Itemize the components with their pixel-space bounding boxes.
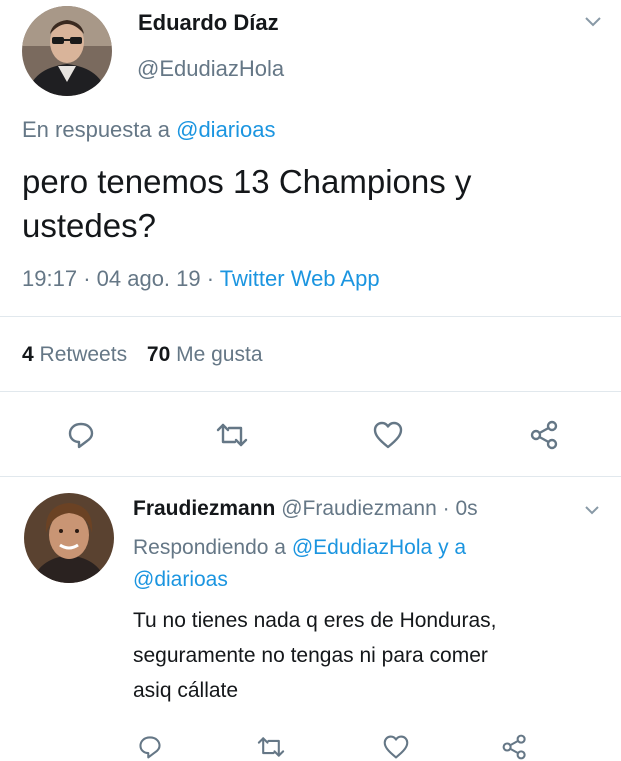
reply-prefix: Respondiendo a bbox=[133, 536, 286, 559]
reply-text-line: seguramente no tengas ni para comer bbox=[133, 644, 488, 667]
reply-context: En respuesta a @diarioas bbox=[22, 117, 276, 143]
tweet-time[interactable]: 19:17 bbox=[22, 266, 77, 291]
reply-and: y a bbox=[438, 536, 467, 559]
reply-display-name[interactable]: Fraudiezmann bbox=[133, 497, 275, 520]
reply-text-line: asiq cállate bbox=[133, 679, 239, 702]
reply-to-link[interactable]: @diarioas bbox=[133, 568, 228, 591]
tweet-meta: 19:17 · 04 ago. 19 · Twitter Web App bbox=[22, 266, 380, 292]
speech-bubble-icon[interactable] bbox=[137, 734, 163, 760]
retweet-arrows-icon[interactable] bbox=[256, 734, 286, 760]
retweets-stat[interactable]: 4 Retweets bbox=[22, 343, 133, 366]
reply-text: Tu no tienes nada q eres de Honduras, se… bbox=[133, 603, 496, 708]
separator: · bbox=[206, 266, 215, 291]
tweet-stats: 4 Retweets 70 Me gusta bbox=[22, 343, 263, 367]
separator: · bbox=[83, 266, 91, 291]
reply-context: Respondiendo a @EdudiazHola y a @diarioa… bbox=[133, 532, 466, 596]
retweets-label: Retweets bbox=[39, 343, 128, 366]
divider bbox=[0, 391, 621, 392]
tweet-text-line: ustedes? bbox=[22, 207, 156, 244]
main-display-name[interactable]: Eduardo Díaz bbox=[138, 10, 279, 36]
separator: · bbox=[442, 497, 450, 520]
likes-stat[interactable]: 70 Me gusta bbox=[147, 343, 263, 366]
reply-time[interactable]: 0s bbox=[455, 497, 477, 520]
heart-icon[interactable] bbox=[382, 734, 410, 760]
speech-bubble-icon[interactable] bbox=[66, 420, 96, 450]
tweet-text-line: pero tenemos 13 Champions y bbox=[22, 163, 472, 200]
chevron-down-icon[interactable] bbox=[584, 505, 600, 516]
reply-to-link[interactable]: @diarioas bbox=[176, 117, 275, 142]
main-handle[interactable]: @EdudiazHola bbox=[137, 56, 284, 82]
tweet-client-link[interactable]: Twitter Web App bbox=[220, 266, 380, 291]
reply-prefix: En respuesta a bbox=[22, 117, 170, 142]
reply-to-link[interactable]: @EdudiazHola bbox=[292, 536, 432, 559]
divider bbox=[0, 476, 621, 477]
likes-count: 70 bbox=[146, 343, 171, 366]
avatar-fraudiezmann[interactable] bbox=[24, 493, 114, 583]
tweet-date[interactable]: 04 ago. 19 bbox=[97, 266, 201, 291]
chevron-down-icon[interactable] bbox=[584, 16, 602, 28]
likes-label: Me gusta bbox=[176, 343, 263, 366]
reply-text-line: Tu no tienes nada q eres de Honduras, bbox=[133, 609, 497, 632]
retweets-count: 4 bbox=[22, 343, 34, 366]
retweet-arrows-icon[interactable] bbox=[215, 420, 249, 450]
tweet-text: pero tenemos 13 Champions y ustedes? bbox=[22, 160, 471, 248]
reply-header: Fraudiezmann @Fraudiezmann · 0s bbox=[133, 497, 478, 521]
reply-handle[interactable]: @Fraudiezmann bbox=[281, 497, 437, 520]
avatar-eduardo[interactable] bbox=[22, 6, 112, 96]
heart-icon[interactable] bbox=[372, 420, 404, 450]
divider bbox=[0, 316, 621, 317]
share-nodes-icon[interactable] bbox=[528, 419, 562, 451]
